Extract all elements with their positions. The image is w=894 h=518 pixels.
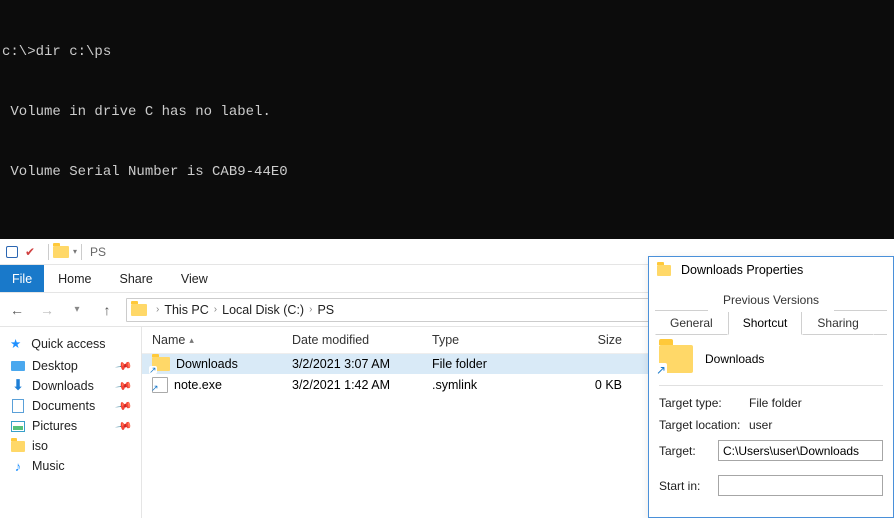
terminal-line: c:\>dir c:\ps (0, 42, 894, 62)
folder-icon (10, 439, 26, 453)
terminal-line: Volume in drive C has no label. (0, 102, 894, 122)
terminal-line: Volume Serial Number is CAB9-44E0 (0, 162, 894, 182)
nav-back-button[interactable]: ← (6, 299, 28, 321)
file-name: note.exe (174, 378, 222, 392)
crumb-thispc[interactable]: This PC (162, 303, 210, 317)
sort-asc-icon: ▴ (189, 335, 194, 346)
crumb-drive[interactable]: Local Disk (C:) (220, 303, 306, 317)
properties-dialog: Downloads Properties Previous Versions G… (648, 256, 894, 518)
chevron-right-icon[interactable]: › (153, 304, 162, 315)
sidebar-item-label: iso (32, 439, 48, 453)
sidebar-item-label: Music (32, 459, 65, 473)
sidebar-item-desktop[interactable]: Desktop 📌 (0, 356, 141, 376)
file-size: 0 KB (552, 378, 632, 392)
symlink-icon (152, 377, 168, 393)
star-icon: ★ (10, 336, 21, 351)
documents-icon (10, 399, 26, 413)
pin-icon: 📌 (115, 417, 134, 436)
pin-icon: 📌 (115, 397, 134, 416)
chevron-right-icon[interactable]: › (306, 304, 315, 315)
column-size[interactable]: Size (552, 333, 632, 347)
desktop-icon (10, 359, 26, 373)
file-date: 3/2/2021 1:42 AM (292, 378, 432, 392)
separator (659, 385, 883, 386)
pin-icon: 📌 (115, 357, 134, 376)
input-start-in[interactable] (718, 475, 883, 496)
sidebar-quick-access[interactable]: ★ Quick access (0, 333, 141, 354)
sidebar-item-label: Downloads (32, 379, 94, 393)
column-type[interactable]: Type (432, 333, 552, 347)
file-date: 3/2/2021 3:07 AM (292, 357, 432, 371)
crumb-folder[interactable]: PS (315, 303, 336, 317)
music-icon: ♪ (10, 459, 26, 473)
sidebar-item-pictures[interactable]: Pictures 📌 (0, 416, 141, 436)
tab-home[interactable]: Home (44, 265, 105, 292)
sidebar-item-music[interactable]: ♪ Music (0, 456, 141, 476)
folder-icon (53, 246, 69, 258)
tab-shortcut[interactable]: Shortcut (728, 312, 803, 335)
label-start-in: Start in: (659, 479, 718, 493)
label-target-type: Target type: (659, 396, 749, 410)
file-type: File folder (432, 357, 552, 371)
sidebar-item-documents[interactable]: Documents 📌 (0, 396, 141, 416)
label-target-location: Target location: (659, 418, 749, 432)
file-name: Downloads (176, 357, 238, 371)
tab-view[interactable]: View (167, 265, 222, 292)
folder-shortcut-icon (152, 357, 170, 371)
dialog-title: Downloads Properties (649, 257, 893, 283)
value-target-location: user (749, 418, 772, 432)
nav-recent-button[interactable]: ▾ (66, 299, 88, 321)
input-target[interactable] (718, 440, 883, 461)
label-target: Target: (659, 444, 718, 458)
separator (81, 244, 82, 260)
downloads-icon: ⬇ (10, 379, 26, 393)
window-title: PS (86, 245, 106, 259)
folder-icon (657, 265, 671, 276)
properties-body: Downloads Target type: File folder Targe… (649, 335, 893, 496)
nav-pane: ★ Quick access Desktop 📌 ⬇ Downloads 📌 D… (0, 327, 142, 518)
sidebar-item-label: Desktop (32, 359, 78, 373)
pin-icon: 📌 (115, 377, 134, 396)
chevron-right-icon[interactable]: › (211, 304, 220, 315)
pictures-icon (10, 419, 26, 433)
qa-save-icon[interactable] (6, 246, 18, 258)
column-date[interactable]: Date modified (292, 333, 432, 347)
column-name[interactable]: Name ▴ (152, 333, 292, 347)
sidebar-label: Quick access (31, 337, 105, 351)
tab-share[interactable]: Share (106, 265, 167, 292)
separator (48, 244, 49, 260)
tab-general[interactable]: General (655, 312, 728, 335)
shortcut-name: Downloads (705, 352, 764, 366)
folder-shortcut-icon (659, 345, 693, 373)
tab-sharing[interactable]: Sharing (802, 312, 873, 335)
dialog-title-text: Downloads Properties (681, 263, 803, 277)
nav-forward-button[interactable]: → (36, 299, 58, 321)
chevron-down-icon[interactable]: ▾ (71, 247, 77, 256)
tab-previous-versions[interactable]: Previous Versions (708, 288, 834, 311)
sidebar-item-label: Pictures (32, 419, 77, 433)
tab-file[interactable]: File (0, 265, 44, 292)
value-target-type: File folder (749, 396, 802, 410)
command-prompt: c:\>dir c:\ps Volume in drive C has no l… (0, 0, 894, 239)
qa-check-icon[interactable]: ✔ (22, 244, 38, 260)
nav-up-button[interactable]: ↑ (96, 299, 118, 321)
file-type: .symlink (432, 378, 552, 392)
column-label: Name (152, 333, 185, 347)
folder-icon (131, 304, 147, 316)
sidebar-item-iso[interactable]: iso (0, 436, 141, 456)
sidebar-item-label: Documents (32, 399, 95, 413)
sidebar-item-downloads[interactable]: ⬇ Downloads 📌 (0, 376, 141, 396)
